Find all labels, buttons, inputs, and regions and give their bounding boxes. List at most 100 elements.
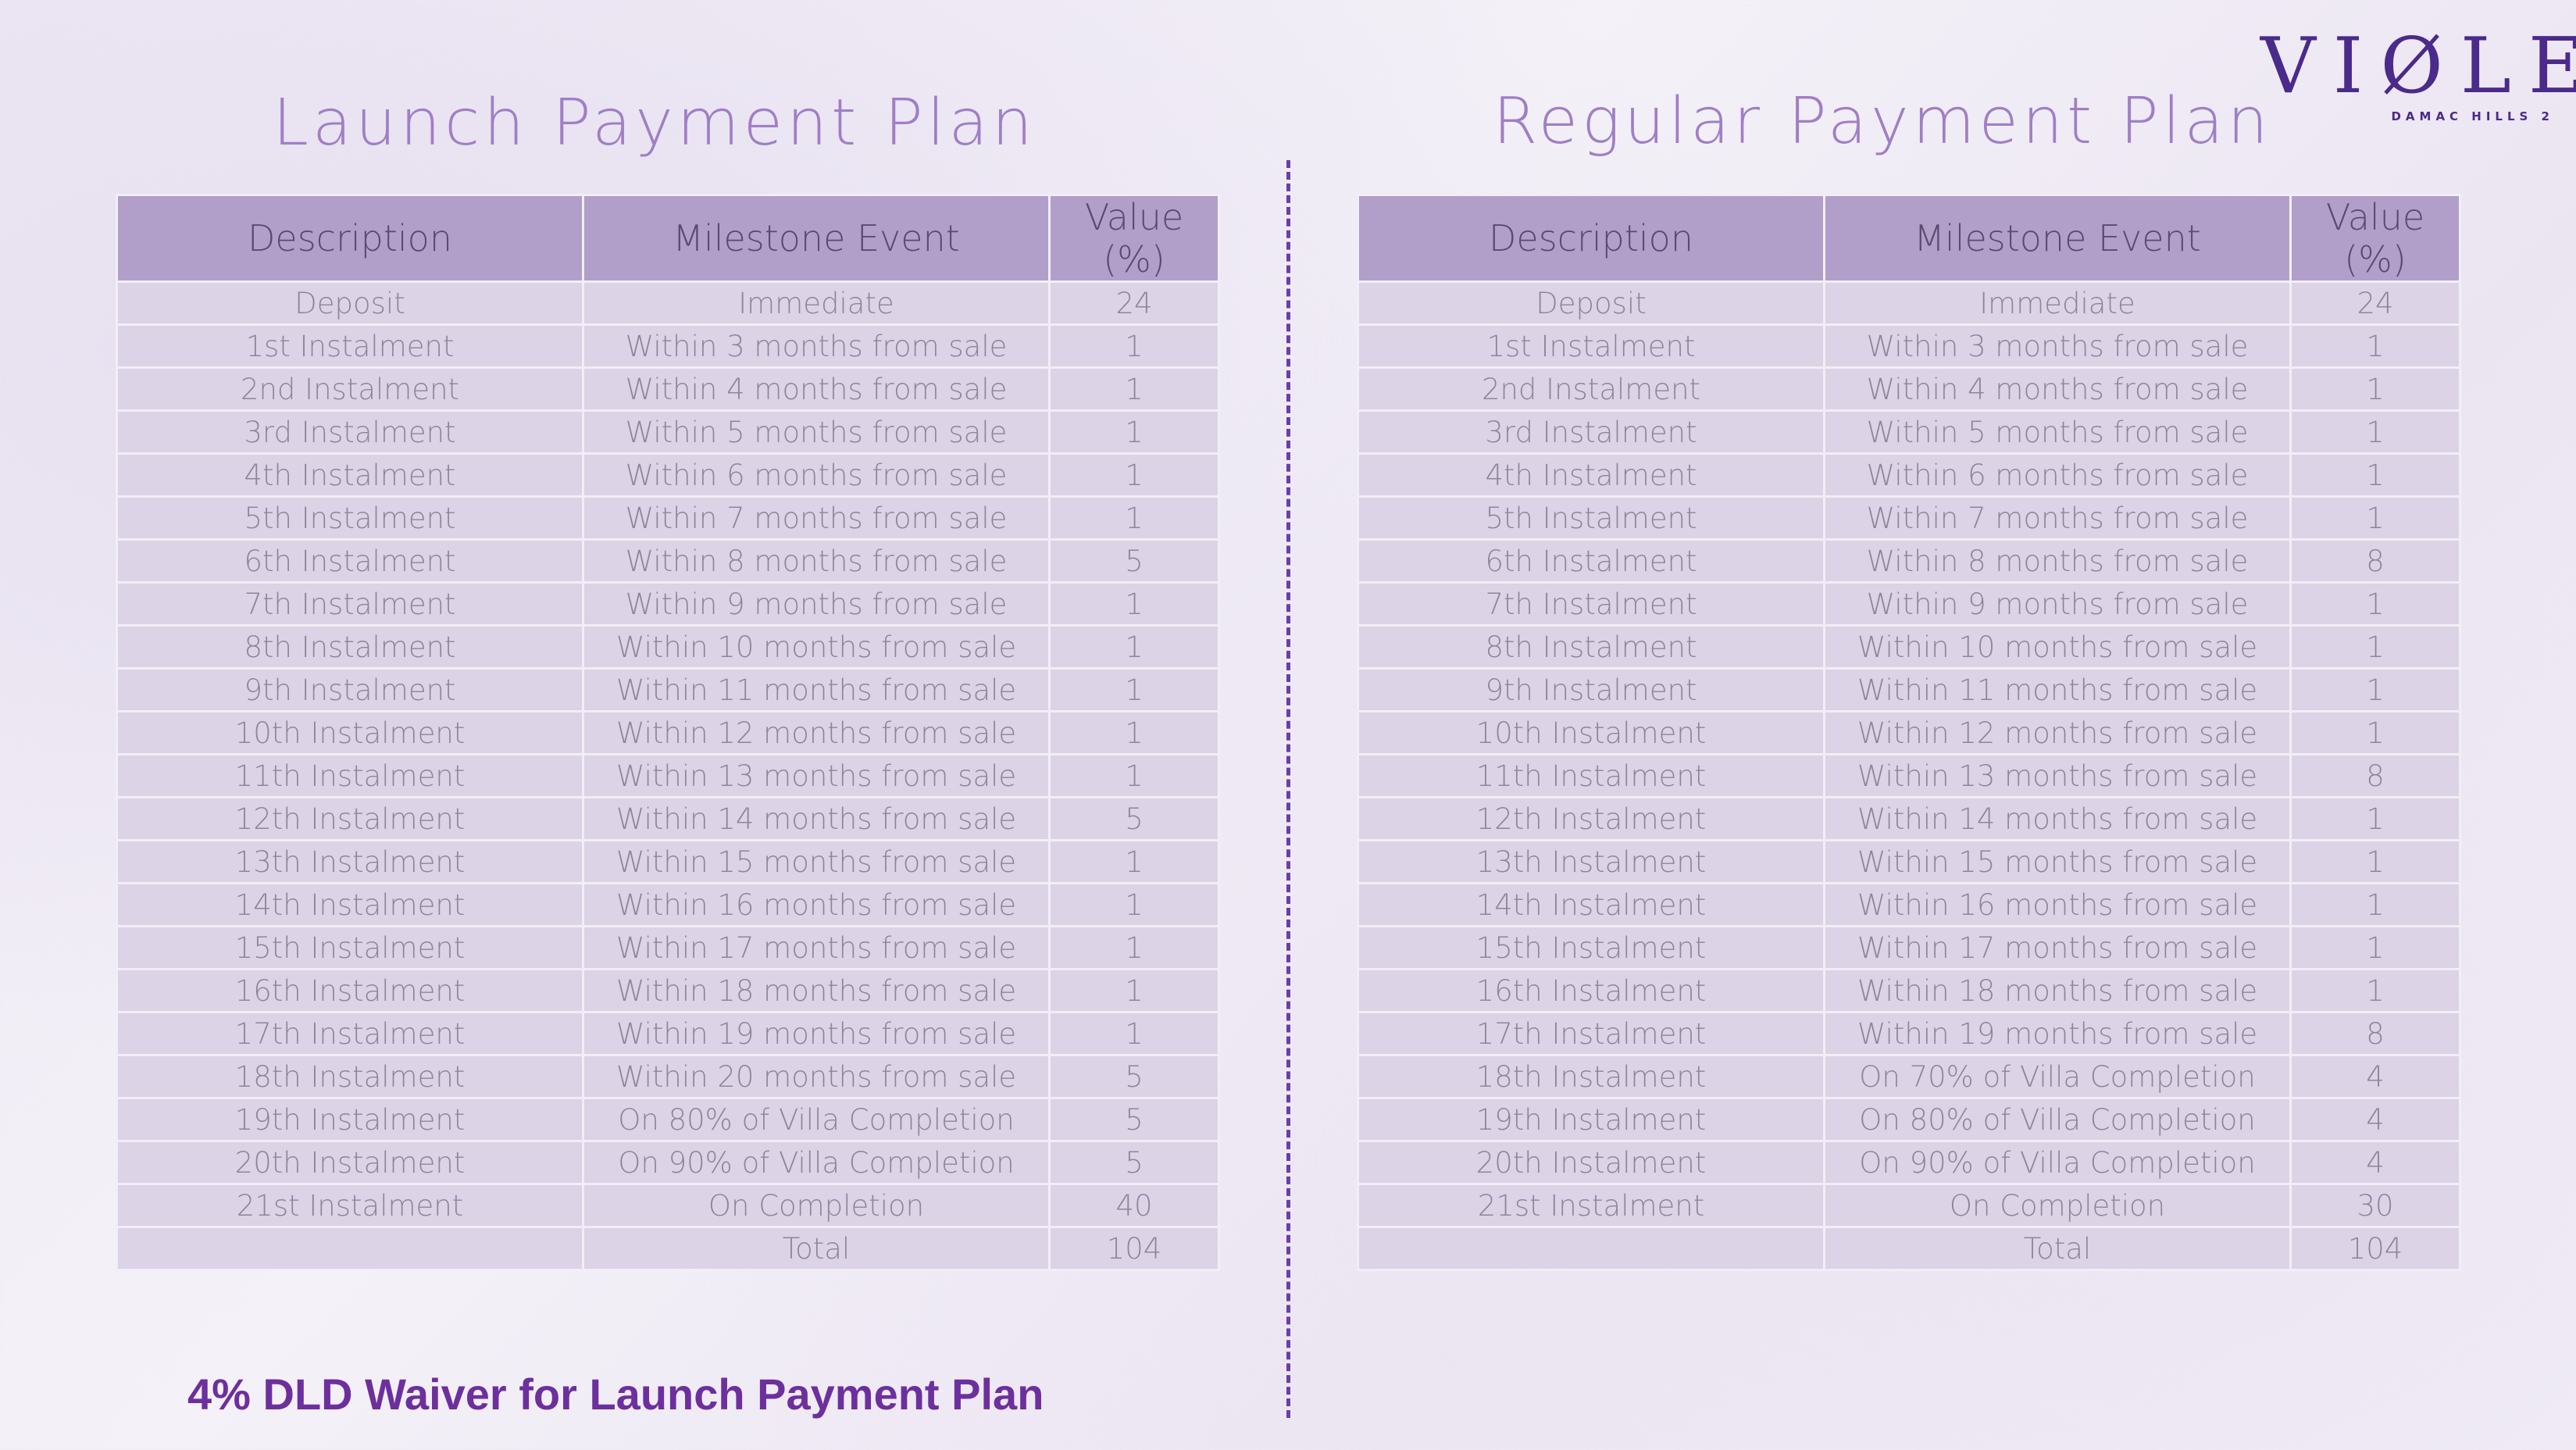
cell-description: 19th Instalment xyxy=(1357,1097,1825,1142)
cell-value: 1 xyxy=(2289,409,2461,455)
cell-description: 13th Instalment xyxy=(1357,839,1825,884)
cell-value: 8 xyxy=(2289,1011,2461,1056)
cell-milestone: Within 10 months from sale xyxy=(1823,624,2292,670)
table-row: 3rd Instalment Within 5 months from sale 1 xyxy=(116,409,1220,455)
column-header-milestone: Milestone Event xyxy=(1823,194,2292,283)
table-row: 19th Instalment On 80% of Villa Completio… xyxy=(116,1097,1220,1142)
cell-value: 5 xyxy=(1048,1054,1220,1099)
cell-description xyxy=(1357,1226,1825,1271)
cell-value: 1 xyxy=(2289,796,2461,841)
launch-plan-title: Launch Payment Plan xyxy=(273,86,1036,160)
table-row: Deposit Immediate 24 xyxy=(116,280,1220,326)
cell-value: 1 xyxy=(2289,925,2461,970)
cell-milestone: Within 10 months from sale xyxy=(582,624,1051,670)
cell-description: 11th Instalment xyxy=(116,753,584,798)
table-row: 6th Instalment Within 8 months from sale 8 xyxy=(1357,538,2461,584)
table-row: 16th Instalment Within 18 months from sal… xyxy=(116,968,1220,1013)
cell-milestone: Within 7 months from sale xyxy=(1823,495,2292,541)
cell-value: 1 xyxy=(1048,409,1220,455)
cell-milestone: Within 11 months from sale xyxy=(1823,667,2292,712)
cell-description: 15th Instalment xyxy=(1357,925,1825,970)
cell-description: 15th Instalment xyxy=(116,925,584,970)
cell-milestone: Total xyxy=(582,1226,1051,1271)
cell-value: 1 xyxy=(1048,366,1220,412)
cell-value: 1 xyxy=(2289,323,2461,369)
cell-milestone: Within 16 months from sale xyxy=(1823,882,2292,927)
table-row: 2nd Instalment Within 4 months from sale 1 xyxy=(1357,366,2461,412)
cell-milestone: Immediate xyxy=(582,280,1051,326)
cell-milestone: Within 15 months from sale xyxy=(1823,839,2292,884)
cell-description: Deposit xyxy=(116,280,584,326)
cell-description: 2nd Instalment xyxy=(116,366,584,412)
cell-value: 8 xyxy=(2289,753,2461,798)
column-header-description: Description xyxy=(1357,194,1825,283)
cell-milestone: Within 5 months from sale xyxy=(1823,409,2292,455)
cell-milestone: Within 11 months from sale xyxy=(582,667,1051,712)
cell-milestone: On Completion xyxy=(1823,1183,2292,1228)
cell-description: Deposit xyxy=(1357,280,1825,326)
cell-description: 6th Instalment xyxy=(116,538,584,584)
cell-value: 4 xyxy=(2289,1097,2461,1142)
cell-description: 12th Instalment xyxy=(1357,796,1825,841)
table-header-row: Description Milestone Event Value (%) xyxy=(116,194,1220,283)
cell-description: 16th Instalment xyxy=(1357,968,1825,1013)
table-row: 13th Instalment Within 15 months from sal… xyxy=(1357,839,2461,884)
table-row: 9th Instalment Within 11 months from sale… xyxy=(116,667,1220,712)
cell-description: 10th Instalment xyxy=(1357,710,1825,755)
table-row: 5th Instalment Within 7 months from sale 1 xyxy=(1357,495,2461,541)
cell-milestone: Within 16 months from sale xyxy=(582,882,1051,927)
table-row: 18th Instalment Within 20 months from sal… xyxy=(116,1054,1220,1099)
table-row: 17th Instalment Within 19 months from sal… xyxy=(116,1011,1220,1056)
total-row: Total 104 xyxy=(116,1226,1220,1271)
cell-milestone: Within 5 months from sale xyxy=(582,409,1051,455)
table-row: 15th Instalment Within 17 months from sal… xyxy=(1357,925,2461,970)
cell-value: 8 xyxy=(2289,538,2461,584)
table-row: 15th Instalment Within 17 months from sal… xyxy=(116,925,1220,970)
cell-value: 5 xyxy=(1048,796,1220,841)
cell-description: 5th Instalment xyxy=(1357,495,1825,541)
table-row: 17th Instalment Within 19 months from sal… xyxy=(1357,1011,2461,1056)
table-row: 9th Instalment Within 11 months from sale… xyxy=(1357,667,2461,712)
table-row: 10th Instalment Within 12 months from sal… xyxy=(1357,710,2461,755)
table-row: 4th Instalment Within 6 months from sale 1 xyxy=(116,452,1220,498)
cell-value: 1 xyxy=(2289,452,2461,498)
cell-milestone: Within 7 months from sale xyxy=(582,495,1051,541)
cell-value: 1 xyxy=(1048,753,1220,798)
cell-value: 1 xyxy=(2289,624,2461,670)
cell-milestone: Within 4 months from sale xyxy=(1823,366,2292,412)
table-row: 6th Instalment Within 8 months from sale 5 xyxy=(116,538,1220,584)
cell-description: 14th Instalment xyxy=(1357,882,1825,927)
cell-value: 1 xyxy=(2289,667,2461,712)
cell-value: 1 xyxy=(1048,452,1220,498)
cell-value: 1 xyxy=(2289,581,2461,627)
cell-milestone: Within 9 months from sale xyxy=(582,581,1051,627)
cell-description: 8th Instalment xyxy=(1357,624,1825,670)
cell-value: 104 xyxy=(1048,1226,1220,1271)
cell-description: 18th Instalment xyxy=(1357,1054,1825,1099)
cell-milestone: On 70% of Villa Completion xyxy=(1823,1054,2292,1099)
regular-plan-title: Regular Payment Plan xyxy=(1493,84,2272,159)
cell-value: 4 xyxy=(2289,1140,2461,1185)
table-row: 4th Instalment Within 6 months from sale 1 xyxy=(1357,452,2461,498)
cell-description xyxy=(116,1226,584,1271)
cell-description: 20th Instalment xyxy=(1357,1140,1825,1185)
column-header-value: Value (%) xyxy=(1048,194,1220,283)
cell-description: 4th Instalment xyxy=(1357,452,1825,498)
table-row: 8th Instalment Within 10 months from sale… xyxy=(1357,624,2461,670)
table-row: Deposit Immediate 24 xyxy=(1357,280,2461,326)
cell-milestone: Within 8 months from sale xyxy=(1823,538,2292,584)
cell-value: 1 xyxy=(2289,839,2461,884)
cell-milestone: Within 6 months from sale xyxy=(1823,452,2292,498)
table-row: 21st Instalment On Completion 30 xyxy=(1357,1183,2461,1228)
launch-plan-table: Description Milestone Event Value (%) De… xyxy=(116,194,1220,1271)
cell-description: 18th Instalment xyxy=(116,1054,584,1099)
cell-description: 21st Instalment xyxy=(116,1183,584,1228)
cell-description: 17th Instalment xyxy=(1357,1011,1825,1056)
cell-description: 3rd Instalment xyxy=(1357,409,1825,455)
table-row: 20th Instalment On 90% of Villa Completio… xyxy=(116,1140,1220,1185)
column-header-value: Value (%) xyxy=(2289,194,2461,283)
cell-milestone: Within 3 months from sale xyxy=(582,323,1051,369)
cell-milestone: Within 14 months from sale xyxy=(1823,796,2292,841)
cell-value: 1 xyxy=(1048,839,1220,884)
cell-value: 1 xyxy=(2289,882,2461,927)
